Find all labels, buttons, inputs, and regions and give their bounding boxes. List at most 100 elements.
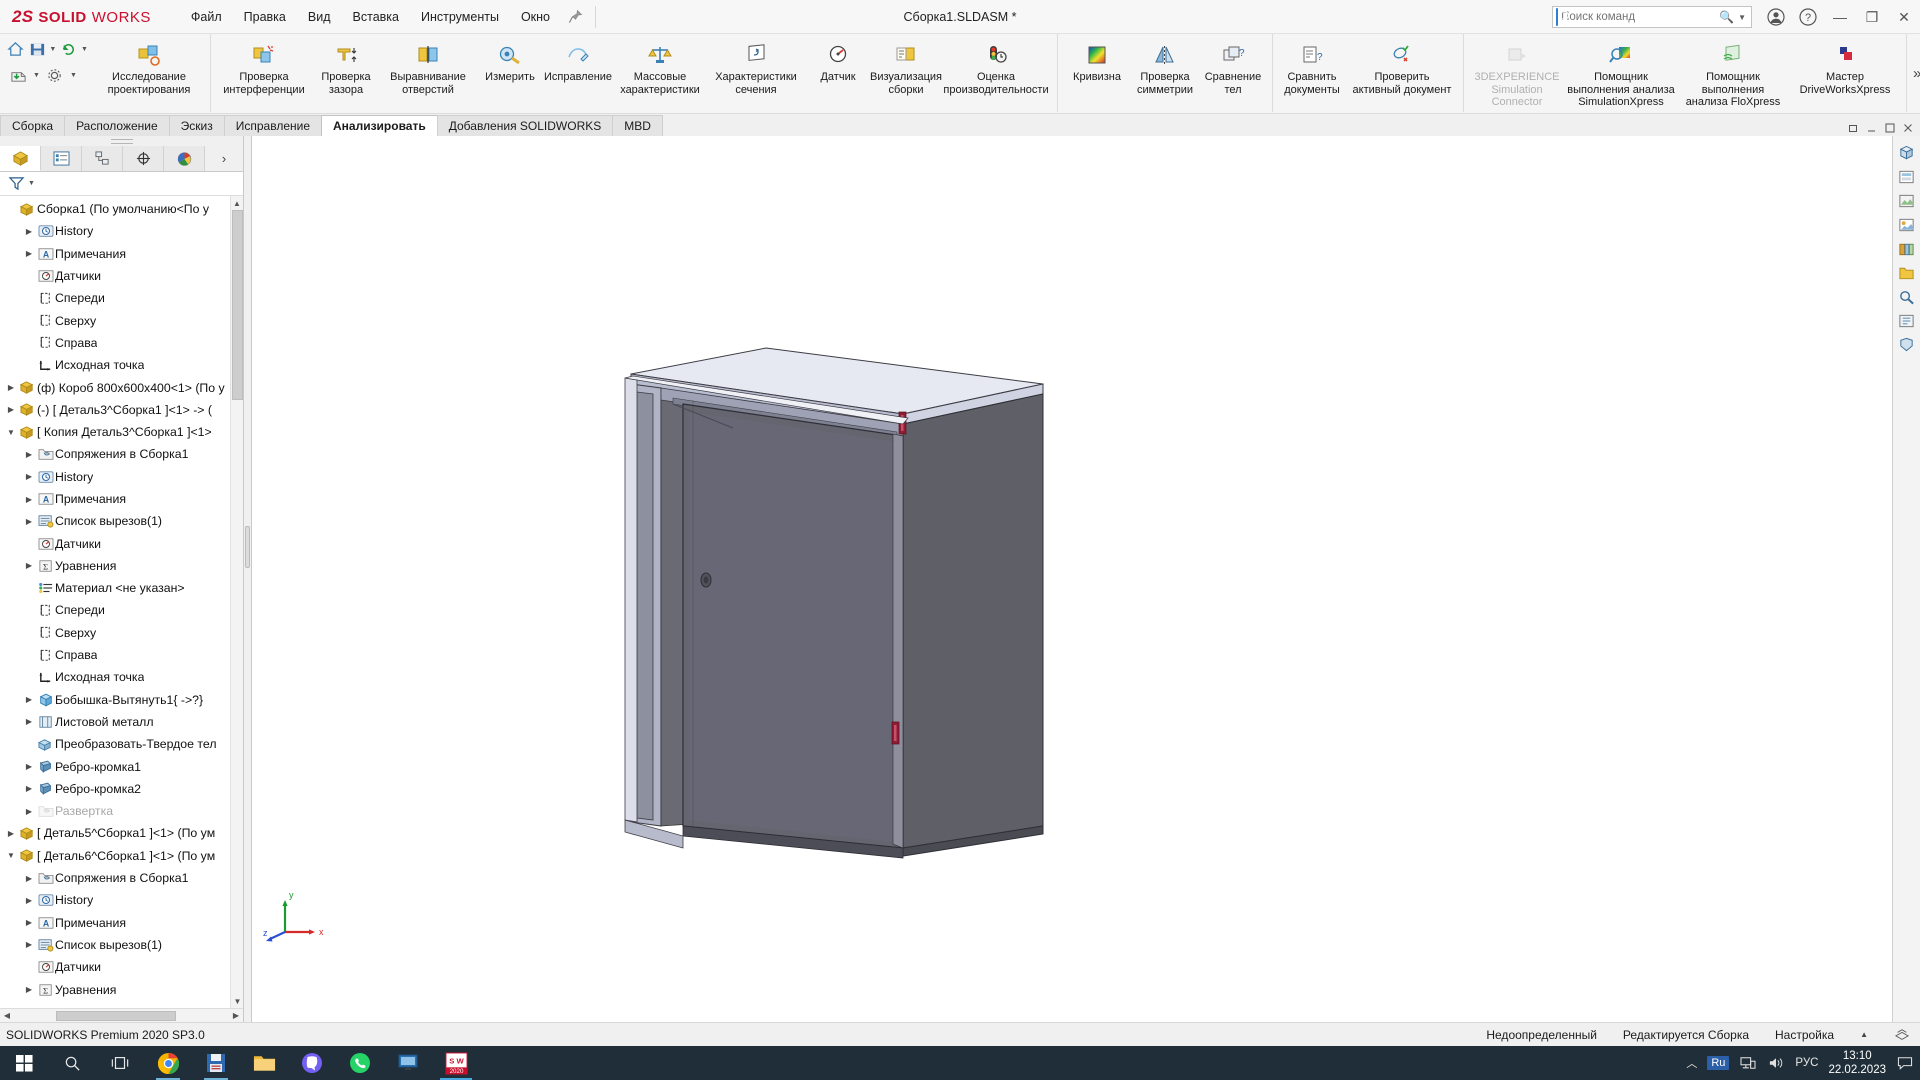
restore-down-icon[interactable] — [1846, 120, 1862, 136]
whatsapp-taskbar-icon[interactable] — [336, 1046, 384, 1080]
ribbon-button-floxpress[interactable]: Помощник выполнения анализа FloXpress — [1677, 38, 1789, 109]
user-account-icon[interactable] — [1760, 0, 1792, 34]
ribbon-button-mass-properties[interactable]: Массовые характеристики — [612, 38, 708, 108]
solidworks-taskbar-icon[interactable]: S W 2020 — [432, 1046, 480, 1080]
remote-desktop-taskbar-icon[interactable] — [384, 1046, 432, 1080]
tray-chevron-up-icon[interactable]: ︿ — [1686, 1055, 1697, 1071]
tree-item[interactable]: ▶ History — [0, 220, 243, 242]
start-button[interactable] — [0, 1046, 48, 1080]
tree-item[interactable]: Исходная точка — [0, 354, 243, 376]
chevron-down-icon[interactable]: ▼ — [1738, 13, 1751, 22]
tree-item[interactable]: ▼ [ Деталь6^Сборка1 ]<1> (По ум — [0, 845, 243, 867]
tree-expand-arrow-icon[interactable]: ▶ — [22, 784, 36, 793]
menu-item-view[interactable]: Вид — [298, 6, 341, 28]
ribbon-button-measure[interactable]: Измерить — [476, 38, 544, 108]
tree-expand-arrow-icon[interactable]: ▶ — [22, 227, 36, 236]
keyboard-language-badge[interactable]: Ru — [1707, 1056, 1730, 1070]
tree-item[interactable]: ▶ Σ Уравнения — [0, 978, 243, 1000]
magnifier-icon[interactable]: 🔍 — [1715, 10, 1738, 24]
configuration-manager-tab[interactable] — [82, 146, 123, 171]
hscroll-left-arrow-icon[interactable]: ◀ — [0, 1011, 14, 1020]
panel-tabs-overflow-icon[interactable]: › — [205, 146, 243, 171]
tree-expand-arrow-icon[interactable]: ▶ — [4, 405, 18, 414]
tree-item[interactable]: Датчики — [0, 532, 243, 554]
network-icon[interactable] — [1739, 1056, 1757, 1070]
close-icon[interactable] — [1900, 120, 1916, 136]
tree-item[interactable]: Спереди — [0, 599, 243, 621]
tree-item[interactable]: ▶ History — [0, 889, 243, 911]
tree-item[interactable]: Спереди — [0, 287, 243, 309]
tree-item[interactable]: ▶ Список вырезов(1) — [0, 510, 243, 532]
custom-properties-icon[interactable] — [1893, 334, 1919, 356]
panel-drag-handle[interactable] — [0, 136, 243, 146]
tree-item[interactable]: Сверху — [0, 622, 243, 644]
menu-item-window[interactable]: Окно — [511, 6, 560, 28]
ribbon-button-driveworksxpress[interactable]: Мастер DriveWorksXpress — [1789, 38, 1901, 108]
file-explorer-taskbar-icon[interactable] — [240, 1046, 288, 1080]
tree-item[interactable]: ▶ (ф) Короб 800x600x400<1> (По у — [0, 376, 243, 398]
tree-expand-arrow-icon[interactable]: ▶ — [22, 896, 36, 905]
tree-item[interactable]: Датчики — [0, 956, 243, 978]
save-app-taskbar-icon[interactable] — [192, 1046, 240, 1080]
tree-item[interactable]: ▶ Σ Уравнения — [0, 555, 243, 577]
tree-expand-arrow-icon[interactable]: ▶ — [22, 940, 36, 949]
tree-item[interactable]: ▶ Ребро-кромка1 — [0, 755, 243, 777]
tree-expand-arrow-icon[interactable]: ▶ — [22, 495, 36, 504]
tree-expand-arrow-icon[interactable]: ▶ — [4, 829, 18, 838]
volume-icon[interactable] — [1767, 1056, 1785, 1070]
tree-item[interactable]: ▶ Сопряжения в Сборка1 — [0, 867, 243, 889]
tree-item[interactable]: ▶ Сопряжения в Сборка1 — [0, 443, 243, 465]
tab-evaluate[interactable]: Анализировать — [321, 115, 438, 136]
tree-expand-arrow-icon[interactable]: ▶ — [22, 517, 36, 526]
ribbon-button-design-study[interactable]: Исследование проектирования — [93, 38, 205, 108]
design-library-icon[interactable] — [1893, 238, 1919, 260]
tree-expand-arrow-icon[interactable]: ▶ — [22, 762, 36, 771]
ribbon-button-check-active-document[interactable]: Проверить активный документ — [1346, 38, 1458, 108]
undo-chevron-down-icon[interactable]: ▼ — [81, 46, 88, 53]
menu-item-tools[interactable]: Инструменты — [411, 6, 509, 28]
tray-language-label[interactable]: РУС — [1795, 1057, 1818, 1069]
tab-sketch[interactable]: Эскиз — [168, 115, 225, 136]
maximize-icon[interactable] — [1882, 120, 1898, 136]
viber-taskbar-icon[interactable] — [288, 1046, 336, 1080]
menu-item-file[interactable]: Файл — [181, 6, 232, 28]
hscroll-thumb[interactable] — [56, 1010, 176, 1021]
status-overlay-icon[interactable] — [1894, 1028, 1910, 1042]
tree-expand-arrow-icon[interactable]: ▶ — [22, 249, 36, 258]
tree-expand-arrow-icon[interactable]: ▶ — [22, 450, 36, 459]
ribbon-button-section-properties[interactable]: Характеристики сечения — [708, 38, 804, 108]
tree-item[interactable]: Материал <не указан> — [0, 577, 243, 599]
command-search-box[interactable]: 🔍 ▼ — [1552, 6, 1752, 28]
ribbon-button-3dexperience-simulation[interactable]: 3DEXPERIENCE Simulation Connector — [1469, 38, 1565, 109]
undo-icon[interactable] — [59, 38, 78, 60]
options-gear-icon[interactable] — [43, 64, 67, 86]
tree-expand-arrow-icon[interactable]: ▶ — [22, 918, 36, 927]
ribbon-button-assembly-visualization[interactable]: Визуализация сборки — [870, 38, 942, 108]
tree-vertical-scrollbar[interactable]: ▲ ▼ — [230, 196, 243, 1008]
feature-tree[interactable]: Сборка1 (По умолчанию<По у ▶ History ▶ A Прим… — [0, 196, 243, 1008]
tree-item[interactable]: Справа — [0, 332, 243, 354]
ribbon-button-clearance-check[interactable]: Проверка зазора — [312, 38, 380, 108]
tree-item[interactable]: ▶ [ Деталь5^Сборка1 ]<1> (По ум — [0, 822, 243, 844]
search-button[interactable] — [48, 1046, 96, 1080]
tree-item[interactable]: Преобразовать-Твердое тел — [0, 733, 243, 755]
tree-expand-arrow-icon[interactable]: ▶ — [22, 717, 36, 726]
tree-item[interactable]: ▶ Ребро-кромка2 — [0, 778, 243, 800]
restore-window-button[interactable]: ❐ — [1856, 0, 1888, 34]
tree-item[interactable]: ▶ Листовой металл — [0, 711, 243, 733]
ribbon-button-compare-bodies[interactable]: ? Сравнение тел — [1199, 38, 1267, 108]
menu-item-edit[interactable]: Правка — [234, 6, 296, 28]
panel-splitter[interactable] — [244, 136, 252, 1022]
ribbon-button-sensor[interactable]: Датчик — [804, 38, 872, 108]
tree-item[interactable]: ▶ Бобышка-Вытянуть1{ ->?} — [0, 689, 243, 711]
tree-expand-arrow-icon[interactable]: ▶ — [22, 695, 36, 704]
display-manager-tab[interactable] — [164, 146, 205, 171]
ribbon-overflow-icon[interactable]: » — [1907, 65, 1920, 82]
tree-item[interactable]: Справа — [0, 644, 243, 666]
view-palette2-icon[interactable] — [1893, 310, 1919, 332]
scroll-up-arrow-icon[interactable]: ▲ — [231, 196, 243, 210]
tree-filter-row[interactable]: ▼ — [0, 172, 243, 196]
tab-mbd[interactable]: MBD — [612, 115, 663, 136]
tab-solidworks-addins[interactable]: Добавления SOLIDWORKS — [436, 115, 614, 136]
help-icon[interactable]: ? — [1792, 0, 1824, 34]
